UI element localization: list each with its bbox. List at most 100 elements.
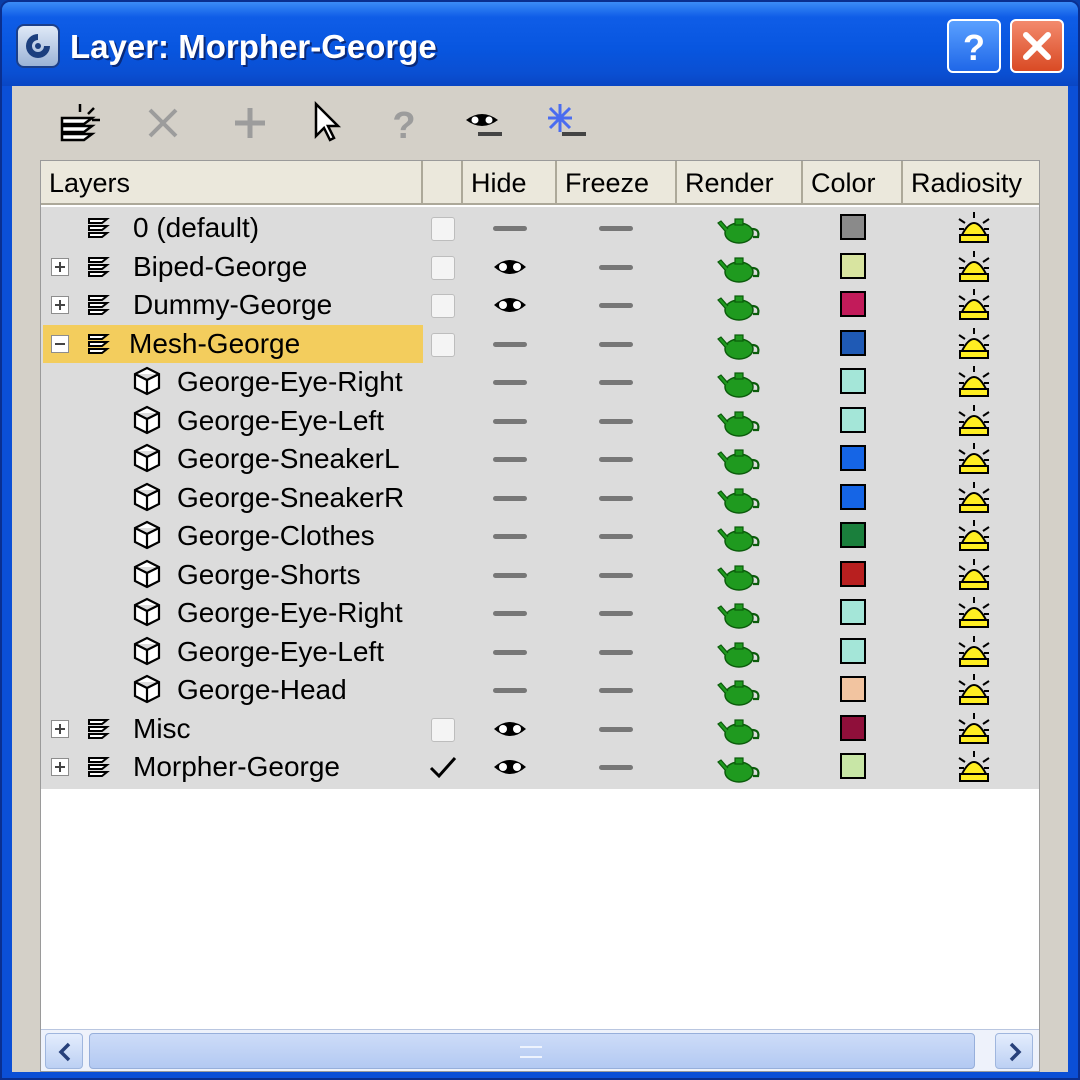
scroll-right-button[interactable] xyxy=(995,1033,1033,1069)
freeze-toggle-dash[interactable] xyxy=(599,534,633,539)
color-swatch[interactable] xyxy=(840,599,866,625)
hide-toggle-dash[interactable] xyxy=(493,341,527,347)
radiosity-light-icon-cell[interactable] xyxy=(957,325,991,363)
freeze-toggle-dash[interactable] xyxy=(599,611,633,616)
hide-toggle-dash[interactable] xyxy=(493,688,527,693)
radiosity-light-icon-cell[interactable] xyxy=(957,517,991,555)
color-swatch[interactable] xyxy=(840,637,866,664)
render-teapot-icon-cell[interactable] xyxy=(717,556,763,594)
radiosity-light-icon-cell[interactable] xyxy=(957,556,991,594)
column-header-render[interactable]: Render xyxy=(677,161,803,205)
render-teapot-icon-cell[interactable] xyxy=(717,363,763,401)
freeze-toggle-dash[interactable] xyxy=(599,380,633,385)
color-swatch[interactable] xyxy=(840,753,866,779)
freeze-toggle-button[interactable] xyxy=(544,98,598,148)
row-name[interactable]: George-Eye-Right xyxy=(173,594,407,632)
radiosity-light-icon-cell[interactable] xyxy=(957,286,991,324)
hidden-mask-icon-cell[interactable] xyxy=(492,710,528,748)
color-swatch[interactable] xyxy=(840,368,866,394)
render-teapot-icon-cell[interactable] xyxy=(717,594,763,632)
current-layer-checkbox[interactable] xyxy=(431,294,455,318)
freeze-toggle-dash[interactable] xyxy=(599,726,633,732)
freeze-toggle-dash[interactable] xyxy=(599,495,633,501)
expand-plus-icon[interactable] xyxy=(51,758,69,776)
color-swatch[interactable] xyxy=(840,522,866,548)
close-button[interactable] xyxy=(1010,19,1064,73)
layer-tree-view[interactable]: Layers Hide Freeze Render Color Radiosit… xyxy=(40,160,1040,1072)
render-teapot-icon-cell[interactable] xyxy=(717,248,763,286)
horizontal-scrollbar[interactable] xyxy=(41,1029,1039,1071)
current-layer-checkbox[interactable] xyxy=(431,717,455,742)
radiosity-light-icon-cell[interactable] xyxy=(957,402,991,440)
render-teapot-icon-cell[interactable] xyxy=(717,633,763,671)
object-row[interactable]: George-Eye-Right xyxy=(41,594,1039,632)
freeze-toggle-dash[interactable] xyxy=(599,688,633,693)
object-row[interactable]: George-Eye-Left xyxy=(41,633,1039,671)
add-button[interactable] xyxy=(222,98,276,148)
current-layer-checkbox[interactable] xyxy=(431,255,455,280)
freeze-toggle-dash[interactable] xyxy=(599,418,633,424)
color-swatch[interactable] xyxy=(840,406,866,433)
collapse-minus-icon[interactable] xyxy=(51,334,69,353)
hide-toggle-dash[interactable] xyxy=(493,649,527,655)
radiosity-light-icon-cell[interactable] xyxy=(957,594,991,632)
freeze-toggle-dash[interactable] xyxy=(599,649,633,655)
column-header-freeze[interactable]: Freeze xyxy=(557,161,677,205)
freeze-toggle-dash[interactable] xyxy=(599,264,633,270)
freeze-toggle-dash[interactable] xyxy=(599,457,633,462)
layer-row[interactable]: Biped-George xyxy=(41,248,1039,286)
row-name[interactable]: George-Eye-Left xyxy=(173,633,388,671)
radiosity-light-icon-cell[interactable] xyxy=(957,671,991,709)
help-tool-button[interactable]: ? xyxy=(386,98,440,148)
render-teapot-icon-cell[interactable] xyxy=(717,325,763,363)
column-header-color[interactable]: Color xyxy=(803,161,903,205)
hidden-mask-icon-cell[interactable] xyxy=(492,748,528,786)
help-button[interactable]: ? xyxy=(947,19,1001,73)
render-teapot-icon-cell[interactable] xyxy=(717,440,763,478)
column-header-hide[interactable]: Hide xyxy=(463,161,557,205)
row-name[interactable]: George-SneakerL xyxy=(173,440,404,478)
row-name[interactable]: George-Shorts xyxy=(173,556,365,594)
layer-row[interactable]: Misc xyxy=(41,710,1039,748)
freeze-toggle-dash[interactable] xyxy=(599,341,633,347)
row-name[interactable]: George-Head xyxy=(173,671,351,709)
object-row[interactable]: George-Shorts xyxy=(41,556,1039,594)
delete-button[interactable] xyxy=(140,98,194,148)
select-objects-button[interactable] xyxy=(304,98,358,148)
row-name[interactable]: Biped-George xyxy=(129,248,311,286)
expand-plus-icon[interactable] xyxy=(51,719,69,738)
radiosity-light-icon-cell[interactable] xyxy=(957,748,991,786)
title-bar[interactable]: Layer: Morpher-George ? xyxy=(2,2,1078,86)
color-swatch[interactable] xyxy=(840,560,866,587)
app-logo-icon[interactable] xyxy=(16,24,60,68)
freeze-toggle-dash[interactable] xyxy=(599,572,633,578)
column-header-current[interactable] xyxy=(423,161,463,205)
row-name[interactable]: George-SneakerR xyxy=(173,479,408,517)
layer-row[interactable]: 0 (default) xyxy=(41,209,1039,247)
layer-row[interactable]: Mesh-George xyxy=(41,324,1039,363)
row-name[interactable]: George-Eye-Right xyxy=(173,363,407,401)
layer-row[interactable]: Dummy-George xyxy=(41,286,1039,324)
hide-toggle-dash[interactable] xyxy=(493,611,527,616)
expand-plus-icon[interactable] xyxy=(51,296,69,314)
freeze-toggle-dash[interactable] xyxy=(599,765,633,770)
render-teapot-icon-cell[interactable] xyxy=(717,402,763,440)
hide-toggle-dash[interactable] xyxy=(493,572,527,578)
radiosity-light-icon-cell[interactable] xyxy=(957,633,991,671)
scroll-thumb[interactable] xyxy=(89,1033,975,1069)
color-swatch[interactable] xyxy=(840,445,866,471)
row-name[interactable]: Dummy-George xyxy=(129,286,336,324)
render-teapot-icon-cell[interactable] xyxy=(717,710,763,748)
hidden-mask-icon-cell[interactable] xyxy=(492,286,528,324)
render-teapot-icon-cell[interactable] xyxy=(717,286,763,324)
render-teapot-icon-cell[interactable] xyxy=(717,748,763,786)
create-layer-button[interactable] xyxy=(52,98,106,148)
render-teapot-icon-cell[interactable] xyxy=(717,209,763,247)
freeze-toggle-dash[interactable] xyxy=(599,226,633,231)
radiosity-light-icon-cell[interactable] xyxy=(957,440,991,478)
hide-toggle-dash[interactable] xyxy=(493,457,527,462)
object-row[interactable]: George-SneakerL xyxy=(41,440,1039,478)
color-swatch[interactable] xyxy=(840,676,866,702)
color-swatch[interactable] xyxy=(840,483,866,510)
current-layer-checkbox[interactable] xyxy=(431,332,455,357)
